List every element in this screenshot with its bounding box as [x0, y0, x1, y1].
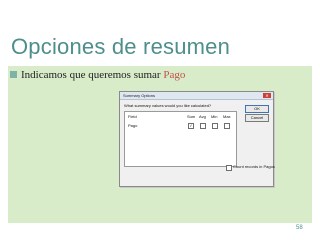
- bullet-text: Indicamos que queremos sumar: [21, 69, 164, 81]
- column-header-field: Field: [128, 114, 137, 119]
- sum-checkbox[interactable]: ✓: [188, 123, 194, 129]
- bullet-highlight: Pago: [163, 69, 186, 81]
- column-header-avg: Avg: [199, 114, 206, 119]
- slide-title: Opciones de resumen: [11, 34, 231, 59]
- avg-checkbox[interactable]: [200, 123, 206, 129]
- bullet-square-icon: [10, 71, 17, 78]
- count-records-label: Count records in Pagos: [233, 164, 275, 169]
- bullet-line: Indicamos que queremos sumar Pago: [10, 69, 185, 81]
- dialog-question: What summary values would you like calcu…: [124, 103, 212, 108]
- column-header-min: Min: [211, 114, 218, 119]
- min-checkbox[interactable]: [212, 123, 218, 129]
- max-checkbox[interactable]: [224, 123, 230, 129]
- top-band: [0, 0, 320, 10]
- count-records-checkbox[interactable]: [226, 165, 232, 171]
- cancel-button[interactable]: Cancel: [245, 114, 269, 122]
- summary-options-dialog: Summary Options ✕ What summary values wo…: [119, 91, 275, 187]
- page-number: 58: [296, 225, 303, 231]
- field-row-name: Pago: [128, 123, 138, 128]
- ok-button[interactable]: OK: [245, 105, 269, 113]
- close-icon[interactable]: ✕: [263, 93, 271, 98]
- dialog-title: Summary Options: [123, 93, 156, 98]
- summary-field-list: Field Sum Avg Min Max Pago ✓: [124, 111, 237, 167]
- column-header-sum: Sum: [187, 114, 196, 119]
- dialog-titlebar: Summary Options ✕: [120, 92, 273, 100]
- column-header-max: Max: [223, 114, 231, 119]
